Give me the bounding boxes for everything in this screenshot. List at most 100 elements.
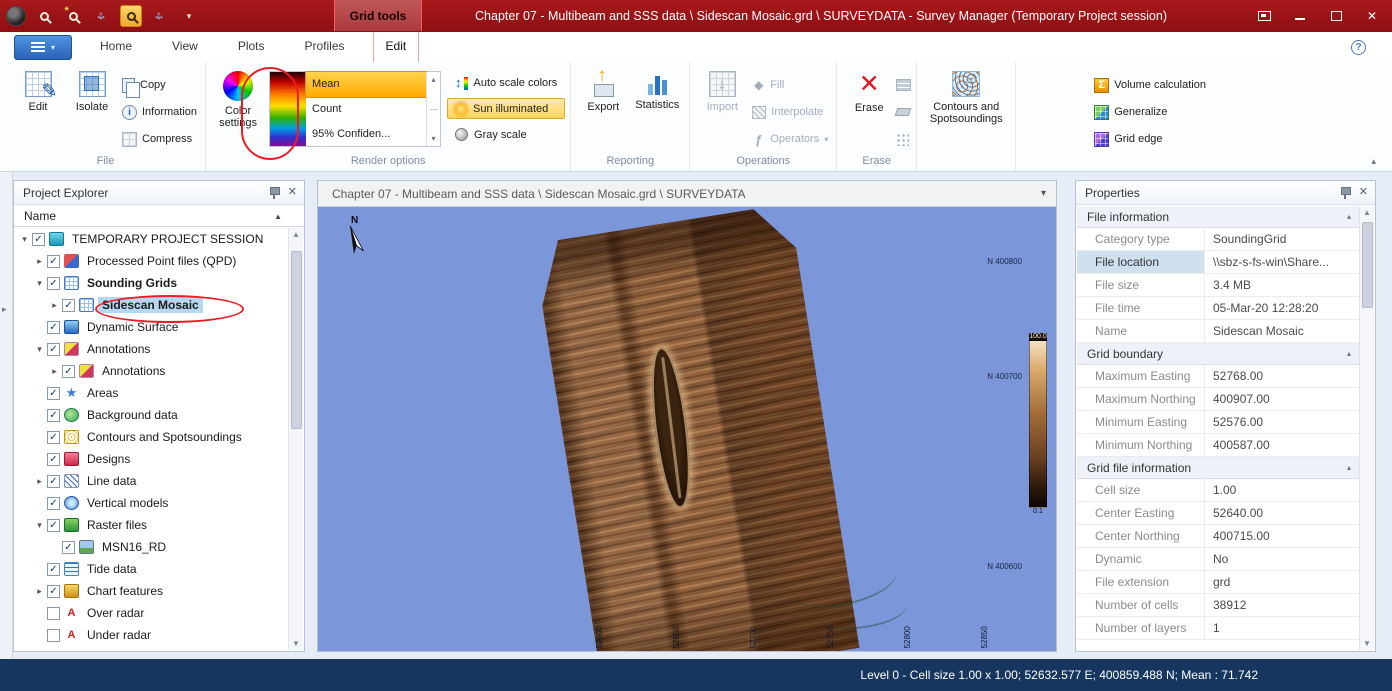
tree-checkbox[interactable]: ✓ (47, 497, 60, 510)
tree-item-line-data[interactable]: ▸✓Line data (15, 470, 288, 492)
property-row-file-location[interactable]: File location\\sbz-s-fs-win\Share... (1077, 251, 1359, 274)
property-row-category-type[interactable]: Category typeSoundingGrid (1077, 228, 1359, 251)
view-menu-caret-icon[interactable]: ▾ (1041, 188, 1046, 199)
property-row-number-of-cells[interactable]: Number of cells38912 (1077, 594, 1359, 617)
pin-icon[interactable] (1340, 187, 1350, 199)
auto-scale-colors-button[interactable]: ↕ Auto scale colors (447, 72, 565, 93)
tree-checkbox[interactable] (47, 629, 60, 642)
scale-option-mean[interactable]: Mean (306, 72, 426, 97)
property-row-dynamic[interactable]: DynamicNo (1077, 548, 1359, 571)
tree-item-vertical-models[interactable]: ✓Vertical models (15, 492, 288, 514)
sun-illuminated-button[interactable]: Sun illuminated (447, 98, 565, 119)
property-row-minimum-northing[interactable]: Minimum Northing400587.00 (1077, 434, 1359, 457)
color-scale-list[interactable]: MeanCount95% Confiden... ▴ ▾ (269, 71, 441, 147)
property-row-cell-size[interactable]: Cell size1.00 (1077, 479, 1359, 502)
tree-item-tide-data[interactable]: ✓Tide data (15, 558, 288, 580)
erase-cells-button[interactable] (896, 130, 911, 148)
tree-checkbox[interactable]: ✓ (47, 409, 60, 422)
tree-checkbox[interactable]: ✓ (47, 277, 60, 290)
close-button[interactable]: ✕ (1364, 8, 1380, 24)
properties-scrollbar[interactable]: ▲ ▼ (1359, 206, 1374, 650)
tree-item-under-radar[interactable]: Under radar (15, 624, 288, 646)
tree-checkbox[interactable]: ✓ (47, 475, 60, 488)
quick-access-more-button[interactable]: ▾ (178, 5, 200, 27)
tree-checkbox[interactable]: ✓ (47, 563, 60, 576)
tree-item-dynamic-surface[interactable]: ✓Dynamic Surface (15, 316, 288, 338)
application-menu-button[interactable]: ▾ (14, 35, 72, 60)
tree-checkbox[interactable]: ✓ (62, 299, 75, 312)
pin-icon[interactable] (269, 187, 279, 199)
zoom-tool-button[interactable] (120, 5, 142, 27)
collapse-chevron-icon[interactable]: ▴ (1347, 349, 1351, 358)
tree-column-header[interactable]: Name ▲ (14, 205, 304, 227)
tree-item-background-data[interactable]: ✓Background data (15, 404, 288, 426)
information-button[interactable]: Information (119, 103, 200, 121)
edit-button[interactable]: Edit (11, 64, 65, 150)
tree-checkbox[interactable]: ✓ (47, 585, 60, 598)
expander-open-icon[interactable]: ▾ (32, 520, 47, 531)
tree-checkbox[interactable]: ✓ (47, 453, 60, 466)
tab-view[interactable]: View (160, 32, 210, 62)
tree-checkbox[interactable]: ✓ (32, 233, 45, 246)
tree-checkbox[interactable] (47, 607, 60, 620)
tree-checkbox[interactable]: ✓ (47, 519, 60, 532)
tree-checkbox[interactable]: ✓ (47, 255, 60, 268)
import-button[interactable]: Import (695, 64, 749, 150)
grid-edge-button[interactable]: Grid edge (1091, 130, 1209, 148)
app-logo[interactable] (6, 6, 26, 26)
eraser-tool-button[interactable] (896, 103, 911, 121)
operators-button[interactable]: Operators ▾ (749, 130, 831, 148)
gray-scale-button[interactable]: Gray scale (447, 124, 565, 145)
tree-item-raster-files[interactable]: ▾✓Raster files (15, 514, 288, 536)
tree-checkbox[interactable]: ✓ (62, 541, 75, 554)
compress-button[interactable]: Compress (119, 130, 200, 148)
close-panel-icon[interactable]: ✕ (1359, 187, 1368, 198)
properties-section-file-information[interactable]: File information▴ (1077, 206, 1359, 228)
expander-closed-icon[interactable]: ▸ (32, 586, 47, 597)
tab-home[interactable]: Home (88, 32, 144, 62)
tree-checkbox[interactable]: ✓ (47, 387, 60, 400)
property-row-file-time[interactable]: File time05-Mar-20 12:28:20 (1077, 297, 1359, 320)
splitter-handle[interactable]: ▸ (2, 304, 7, 315)
contours-spotsoundings-button[interactable]: Contours and Spotsoundings (922, 64, 1010, 150)
tree-item-contours-and-spotsoundings[interactable]: ✓Contours and Spotsoundings (15, 426, 288, 448)
copy-button[interactable]: Copy (119, 76, 200, 94)
tab-plots[interactable]: Plots (226, 32, 277, 62)
fill-button[interactable]: Fill (749, 76, 831, 94)
tab-edit[interactable]: Edit (373, 32, 420, 62)
tree-item-designs[interactable]: ✓Designs (15, 448, 288, 470)
expander-closed-icon[interactable]: ▸ (32, 476, 47, 487)
property-row-name[interactable]: NameSidescan Mosaic (1077, 320, 1359, 343)
expander-open-icon[interactable]: ▾ (17, 234, 32, 245)
property-row-file-size[interactable]: File size3.4 MB (1077, 274, 1359, 297)
pan-tool-button[interactable] (149, 5, 171, 27)
minimize-button[interactable] (1292, 8, 1308, 24)
property-row-maximum-northing[interactable]: Maximum Northing400907.00 (1077, 388, 1359, 411)
scale-option-count[interactable]: Count (306, 97, 426, 122)
property-row-maximum-easting[interactable]: Maximum Easting52768.00 (1077, 365, 1359, 388)
erase-layers-button[interactable] (896, 76, 911, 94)
expander-closed-icon[interactable]: ▸ (47, 366, 62, 377)
tree-item-sidescan-mosaic[interactable]: ▸✓Sidescan Mosaic (15, 294, 288, 316)
expander-open-icon[interactable]: ▾ (32, 344, 47, 355)
property-row-minimum-easting[interactable]: Minimum Easting52576.00 (1077, 411, 1359, 434)
scroll-up-icon[interactable]: ▲ (289, 230, 303, 239)
export-button[interactable]: Export (576, 64, 630, 150)
tree-item-areas[interactable]: ✓Areas (15, 382, 288, 404)
zoom-extents-button[interactable] (91, 5, 113, 27)
zoom-previous-button[interactable] (33, 5, 55, 27)
properties-section-grid-file-information[interactable]: Grid file information▴ (1077, 457, 1359, 479)
scroll-down-icon[interactable]: ▾ (432, 134, 436, 143)
scroll-down-icon[interactable]: ▼ (1360, 639, 1374, 648)
scrollbar-thumb[interactable] (291, 251, 302, 429)
expander-open-icon[interactable]: ▾ (32, 278, 47, 289)
tree-scrollbar[interactable]: ▲ ▼ (288, 228, 303, 650)
scroll-down-icon[interactable]: ▼ (289, 639, 303, 648)
properties-section-grid-boundary[interactable]: Grid boundary▴ (1077, 343, 1359, 365)
map-canvas[interactable]: N 100.0 0.1 N 400800N 400700N 400600E 52… (318, 207, 1056, 651)
tree-checkbox[interactable]: ✓ (47, 321, 60, 334)
scroll-up-icon[interactable]: ▴ (432, 75, 436, 84)
tree-checkbox[interactable]: ✓ (47, 343, 60, 356)
tree-item-msn16-rd[interactable]: ✓MSN16_RD (15, 536, 288, 558)
layout-button[interactable] (1256, 8, 1272, 24)
